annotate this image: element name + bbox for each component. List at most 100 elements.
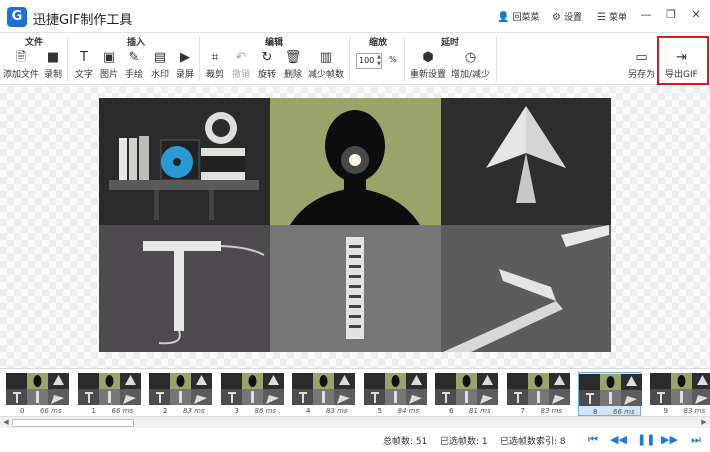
frame-cell-ruler — [270, 225, 441, 352]
next-frame-icon[interactable]: ▶▶ — [661, 433, 678, 446]
frame-delay: 66 ms — [40, 407, 62, 415]
app-logo-icon: G — [7, 7, 27, 27]
delete-button[interactable]: 🗑 删除 — [284, 50, 302, 80]
previous-frame-icon[interactable]: ◀◀ — [610, 433, 627, 446]
pause-icon[interactable]: ❚❚ — [637, 433, 655, 446]
handdraw-button[interactable]: ✎ 手绘 — [125, 50, 143, 80]
selected-frames: 已选帧数: 1 — [440, 437, 488, 447]
frame-thumbnail[interactable]: 7 83 ms — [506, 372, 570, 416]
camera-icon: ■ — [46, 50, 60, 65]
crop-icon: ⌗ — [211, 50, 219, 65]
pencil-icon: ✎ — [128, 50, 140, 65]
export-highlight-box — [657, 36, 709, 85]
minimize-button[interactable]: — — [639, 8, 653, 22]
rotate-icon: ↻ — [261, 50, 273, 65]
divider — [404, 37, 405, 81]
frame-delay: 83 ms — [540, 407, 563, 415]
preview-canvas — [0, 86, 710, 368]
frame-thumbnail-image — [649, 373, 710, 405]
group-file-title: 文件 — [25, 38, 44, 48]
status-bar: 总帧数: 51 已选帧数: 1 已选帧数索引: 8 ⏮ ◀◀ ❚❚ ▶▶ ⏭ — [0, 428, 710, 452]
image-icon: ▣ — [102, 50, 116, 65]
frame-thumbnail-image — [149, 373, 212, 405]
filmstrip-scrollbar[interactable]: ◀ ▶ — [0, 416, 710, 428]
frame-filmstrip: 0 66 ms 1 66 ms 2 83 ms 3 86 ms 4 83 ms 5 84 ms 6 81 … — [0, 368, 710, 416]
watermark-button[interactable]: ▤ 水印 — [151, 50, 169, 80]
frame-thumbnail-image — [220, 373, 284, 405]
frame-index: 0 — [20, 407, 25, 415]
frame-cell-paper-plane — [441, 98, 611, 225]
group-edit-title: 编辑 — [265, 38, 284, 48]
frame-cell-silhouette — [270, 98, 441, 225]
add-reduce-delay-button[interactable]: ◷ 增加/减少 — [451, 50, 490, 80]
frame-thumbnail[interactable]: 4 83 ms — [292, 372, 355, 416]
scroll-right-arrow-icon[interactable]: ▶ — [699, 418, 709, 426]
menu-button[interactable]: ☰ 菜单 — [597, 10, 627, 23]
reduce-frames-button[interactable]: ▥ 减少帧数 — [308, 50, 344, 80]
frame-thumbnail[interactable]: 1 66 ms — [77, 372, 141, 416]
divider — [199, 37, 200, 81]
frame-thumbnail[interactable]: 5 84 ms — [363, 372, 427, 416]
frame-delay: 86 ms — [254, 407, 277, 415]
watermark-icon: ▤ — [153, 50, 167, 65]
first-frame-icon[interactable]: ⏮ — [585, 433, 601, 447]
undo-button[interactable]: ↶ 撤销 — [232, 50, 250, 80]
group-insert-title: 插入 — [127, 38, 146, 48]
zoom-spinner[interactable]: ▲ ▼ — [376, 54, 382, 68]
frames-icon: ▥ — [319, 50, 333, 65]
user-icon: 👤 — [497, 12, 510, 23]
frame-thumbnail-image — [579, 374, 642, 406]
screen-record-button[interactable]: ▶ 录屏 — [176, 50, 194, 80]
frame-thumbnail[interactable]: 2 83 ms — [149, 372, 212, 416]
frame-index: 6 — [449, 407, 454, 415]
divider — [67, 37, 68, 81]
frame-delay: 66 ms — [111, 407, 134, 415]
scroll-left-arrow-icon[interactable]: ◀ — [1, 418, 11, 426]
image-button[interactable]: ▣ 图片 — [100, 50, 118, 80]
scrollbar-thumb[interactable] — [12, 419, 134, 427]
frame-delay: 84 ms — [397, 407, 420, 415]
last-frame-icon[interactable]: ⏭ — [688, 433, 704, 447]
frame-thumbnail[interactable]: 0 66 ms — [6, 372, 69, 416]
gear-icon: ⚙ — [552, 12, 561, 23]
frame-thumbnail-image — [292, 373, 355, 405]
frame-thumbnail[interactable]: 3 86 ms — [220, 372, 284, 416]
frame-delay: 66 ms — [613, 408, 635, 416]
crop-button[interactable]: ⌗ 裁剪 — [206, 50, 224, 80]
register-label: 回菜菜 — [512, 13, 540, 23]
frame-index: 5 — [377, 407, 382, 415]
frame-delay: 83 ms — [326, 407, 348, 415]
register-button[interactable]: 👤 回菜菜 — [497, 10, 539, 23]
save-as-icon: ▭ — [635, 50, 648, 65]
menu-label: 菜单 — [608, 13, 627, 23]
close-button[interactable]: ✕ — [689, 8, 703, 22]
frame-cell-shelf — [99, 98, 270, 225]
frame-index: 1 — [91, 407, 96, 415]
frame-index: 9 — [663, 407, 668, 415]
frame-cell-ribbon — [441, 225, 611, 352]
frame-thumbnail[interactable]: 6 81 ms — [435, 372, 498, 416]
screen-record-icon: ▶ — [180, 50, 190, 65]
reset-button[interactable]: ⬢ 重新设置 — [410, 50, 446, 80]
frame-delay: 81 ms — [469, 407, 491, 415]
frame-delay: 83 ms — [183, 407, 205, 415]
frame-thumbnail-image — [506, 373, 570, 405]
title-bar: G 迅捷GIF制作工具 👤 回菜菜 ⚙ 设置 ☰ 菜单 — ❐ ✕ — [0, 0, 710, 33]
frame-index: 7 — [520, 407, 525, 415]
frame-thumbnail[interactable]: 8 66 ms — [578, 372, 642, 416]
add-file-button[interactable]: 🗎 添加文件 — [3, 50, 39, 80]
frame-delay: 83 ms — [683, 407, 706, 415]
undo-icon: ↶ — [235, 50, 247, 65]
hamburger-icon: ☰ — [597, 12, 606, 23]
divider — [496, 37, 497, 81]
frame-index: 4 — [306, 407, 311, 415]
record-button[interactable]: ■ 录制 — [44, 50, 62, 80]
frame-thumbnail[interactable]: 9 83 ms — [649, 372, 710, 416]
frame-thumbnail-image — [363, 373, 427, 405]
save-as-button[interactable]: ▭ 另存为 — [628, 50, 655, 80]
ribbon-toolbar: 文件 🗎 添加文件 ■ 录制 插入 T 文字 ▣ 图片 ✎ 手绘 ▤ 水印 ▶ … — [0, 33, 710, 85]
rotate-button[interactable]: ↻ 旋转 — [258, 50, 276, 80]
text-button[interactable]: T 文字 — [75, 50, 93, 80]
settings-button[interactable]: ⚙ 设置 — [552, 10, 582, 23]
maximize-button[interactable]: ❐ — [664, 8, 678, 22]
